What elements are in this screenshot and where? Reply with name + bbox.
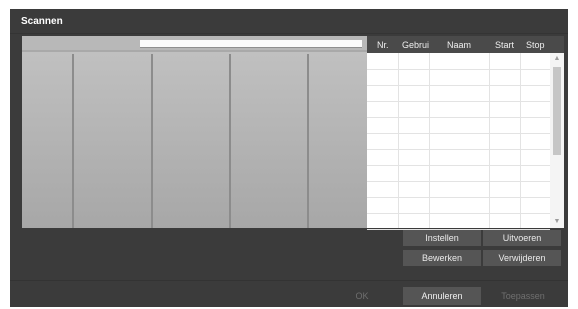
table-row[interactable] bbox=[367, 53, 550, 70]
preset-table[interactable]: Nr. Gebrui Naam Start Stop ▲ ▼ bbox=[367, 36, 564, 230]
table-row[interactable] bbox=[367, 133, 550, 150]
table-row[interactable] bbox=[367, 181, 550, 198]
table-row[interactable] bbox=[367, 165, 550, 182]
edit-button[interactable]: Bewerken bbox=[403, 250, 481, 266]
table-row[interactable] bbox=[367, 85, 550, 102]
table-header: Nr. Gebrui Naam Start Stop bbox=[367, 36, 564, 53]
table-scrollbar[interactable]: ▲ ▼ bbox=[550, 53, 564, 228]
column-header-stop[interactable]: Stop bbox=[526, 40, 545, 50]
column-divider bbox=[489, 53, 490, 228]
camera-preview bbox=[22, 36, 372, 228]
chevron-down-icon[interactable]: ▼ bbox=[550, 216, 564, 228]
table-row[interactable] bbox=[367, 69, 550, 86]
preview-wall bbox=[22, 52, 372, 228]
title-divider bbox=[10, 33, 568, 34]
table-row[interactable] bbox=[367, 149, 550, 166]
column-header-start[interactable]: Start bbox=[495, 40, 514, 50]
table-row[interactable] bbox=[367, 117, 550, 134]
scrollbar-thumb[interactable] bbox=[553, 67, 561, 155]
table-row[interactable] bbox=[367, 101, 550, 118]
preview-panel-edge bbox=[307, 54, 309, 228]
column-divider bbox=[398, 53, 399, 228]
preview-panel-edge bbox=[151, 54, 153, 228]
column-header-nr[interactable]: Nr. bbox=[377, 40, 389, 50]
column-header-naam[interactable]: Naam bbox=[447, 40, 471, 50]
chevron-up-icon[interactable]: ▲ bbox=[550, 53, 564, 65]
table-body bbox=[367, 53, 550, 230]
execute-button[interactable]: Uitvoeren bbox=[483, 230, 561, 246]
column-divider bbox=[520, 53, 521, 228]
preview-panel-edge bbox=[229, 54, 231, 228]
scan-dialog: Scannen Nr. Gebrui Naam Start Stop ▲ ▼ I… bbox=[10, 9, 568, 307]
remove-button[interactable]: Verwijderen bbox=[483, 250, 561, 266]
table-row[interactable] bbox=[367, 197, 550, 214]
column-divider bbox=[429, 53, 430, 228]
footer-divider bbox=[10, 280, 568, 281]
preview-panel-edge bbox=[72, 54, 74, 228]
table-row[interactable] bbox=[367, 213, 550, 230]
preview-light-fixture bbox=[140, 40, 362, 48]
column-header-gebruik[interactable]: Gebrui bbox=[402, 40, 429, 50]
apply-button[interactable]: Toepassen bbox=[486, 287, 560, 305]
setup-button[interactable]: Instellen bbox=[403, 230, 481, 246]
dialog-title: Scannen bbox=[21, 16, 63, 27]
cancel-button[interactable]: Annuleren bbox=[403, 287, 481, 305]
ok-button[interactable]: OK bbox=[328, 287, 396, 305]
